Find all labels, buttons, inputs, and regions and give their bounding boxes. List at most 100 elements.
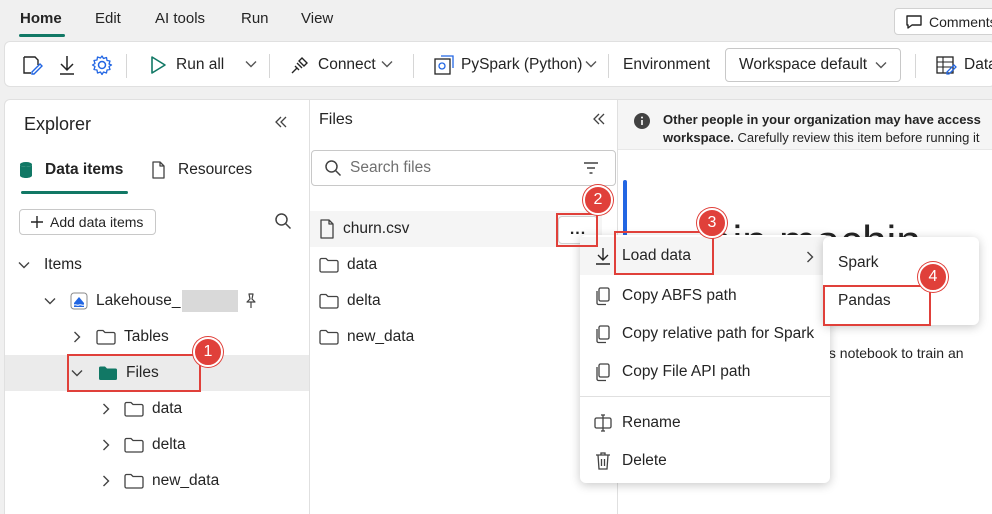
data-wrangler-label[interactable]: Data	[964, 56, 992, 74]
tree-delta-label: delta	[152, 436, 186, 453]
toolbar-separator	[126, 54, 127, 78]
run-all-chevron-icon[interactable]	[245, 60, 257, 68]
tree-new-data-label: new_data	[152, 472, 220, 489]
workspace-select[interactable]: Workspace default	[725, 48, 901, 82]
folder-icon	[319, 293, 339, 309]
trash-icon	[596, 452, 610, 470]
lakehouse-icon	[70, 292, 88, 310]
resources-tab[interactable]: Resources	[151, 161, 252, 179]
info-line2: Carefully review this item before runnin…	[737, 130, 980, 145]
menu-run[interactable]: Run	[241, 10, 269, 27]
chevron-right-icon	[103, 403, 110, 415]
connect-chevron-icon[interactable]	[381, 60, 393, 68]
tree-lakehouse-row[interactable]: Lakehouse_	[5, 283, 309, 319]
folder-icon	[319, 257, 339, 273]
step-badge-1: 1	[193, 337, 223, 367]
kernel-select[interactable]: PySpark (Python)	[461, 56, 582, 74]
comment-icon	[905, 14, 923, 30]
toolbar: Run all Connect PySpark (Python) Environ…	[4, 41, 992, 87]
menu-view[interactable]: View	[301, 10, 333, 27]
comments-button[interactable]: Comments	[894, 8, 992, 35]
delete-label: Delete	[622, 452, 667, 469]
menu-item-copy-relative[interactable]: Copy relative path for Spark	[580, 315, 830, 353]
search-files-input[interactable]: Search files	[311, 150, 616, 186]
data-items-tab[interactable]: Data items	[19, 161, 123, 179]
tree-new-data-row[interactable]: new_data	[5, 463, 309, 499]
file-row-delta[interactable]: delta	[310, 283, 602, 319]
files-panel: Files Search files churn.csv ... data de…	[310, 99, 618, 514]
redacted-name-block	[182, 290, 239, 312]
file-name-churn: churn.csv	[343, 220, 410, 237]
info-icon	[634, 113, 650, 129]
tree-tables-label: Tables	[124, 328, 169, 345]
menu-bar: Home Edit AI tools Run View Comments	[0, 0, 992, 40]
collapse-files-icon[interactable]	[591, 112, 607, 126]
connect-button[interactable]: Connect	[318, 56, 376, 74]
folder-icon	[319, 329, 339, 345]
rename-label: Rename	[622, 414, 681, 431]
add-data-items-button[interactable]: Add data items	[19, 209, 156, 235]
tree-delta-row[interactable]: delta	[5, 427, 309, 463]
copy-icon	[596, 325, 610, 344]
info-line1: Other people in your organization may ha…	[663, 112, 981, 127]
filter-icon[interactable]	[583, 162, 599, 174]
tree-items-row[interactable]: Items	[5, 247, 309, 283]
menu-item-delete[interactable]: Delete	[580, 442, 830, 480]
file-row-data[interactable]: data	[310, 247, 602, 283]
highlight-pandas	[823, 285, 931, 326]
tree-data-row[interactable]: data	[5, 391, 309, 427]
menu-item-copy-abfs[interactable]: Copy ABFS path	[580, 277, 830, 315]
info-banner-text: Other people in your organization may ha…	[663, 111, 992, 147]
kernel-chevron-icon[interactable]	[585, 60, 597, 68]
pin-icon[interactable]	[244, 293, 258, 309]
search-icon[interactable]	[274, 212, 292, 230]
collapse-explorer-icon[interactable]	[273, 115, 289, 129]
notebook-edit-icon[interactable]	[21, 54, 43, 76]
folder-icon	[124, 401, 144, 417]
toolbar-separator	[915, 54, 916, 78]
menu-ai-tools[interactable]: AI tools	[155, 10, 205, 27]
environment-label: Environment	[623, 56, 711, 73]
search-icon	[325, 160, 342, 177]
folder-icon	[124, 437, 144, 453]
database-icon	[20, 162, 32, 178]
resources-tab-label: Resources	[178, 161, 253, 178]
copy-file-api-label: Copy File API path	[622, 363, 751, 380]
file-row-new-data[interactable]: new_data	[310, 319, 602, 355]
settings-gear-icon[interactable]	[91, 54, 113, 76]
document-icon	[152, 161, 165, 179]
chevron-down-icon	[44, 298, 56, 305]
workspace-chevron-icon	[875, 62, 887, 69]
info-line2-bold: workspace.	[663, 130, 734, 145]
download-icon[interactable]	[57, 54, 77, 76]
toolbar-separator	[608, 54, 609, 78]
submenu-item-spark[interactable]: Spark	[838, 254, 879, 272]
file-icon	[320, 219, 334, 239]
menu-item-rename[interactable]: Rename	[580, 404, 830, 442]
chevron-right-icon	[103, 475, 110, 487]
menu-home-underline	[19, 34, 65, 37]
file-name-new-data: new_data	[347, 328, 415, 345]
explorer-panel: Explorer Data items Resources Add data i…	[4, 99, 310, 514]
plus-icon	[31, 216, 43, 228]
chevron-right-icon	[74, 331, 81, 343]
run-all-button[interactable]: Run all	[176, 56, 224, 74]
explorer-title: Explorer	[24, 114, 92, 134]
toolbar-separator	[269, 54, 270, 78]
play-icon[interactable]	[149, 55, 167, 75]
step-badge-4: 4	[918, 262, 948, 292]
add-data-items-label: Add data items	[50, 214, 144, 230]
copy-icon	[596, 363, 610, 382]
highlight-more-options	[556, 213, 598, 247]
rename-icon	[594, 414, 612, 432]
tree-lakehouse-label: Lakehouse_	[96, 292, 181, 309]
menu-home[interactable]: Home	[20, 10, 62, 27]
file-name-data: data	[347, 256, 378, 273]
tree-tables-row[interactable]: Tables	[5, 319, 309, 355]
data-wrangler-icon[interactable]	[935, 54, 957, 76]
toolbar-separator	[413, 54, 414, 78]
menu-item-copy-file-api[interactable]: Copy File API path	[580, 353, 830, 391]
plug-icon	[289, 54, 311, 76]
chevron-right-icon	[807, 251, 814, 263]
menu-edit[interactable]: Edit	[95, 10, 121, 27]
